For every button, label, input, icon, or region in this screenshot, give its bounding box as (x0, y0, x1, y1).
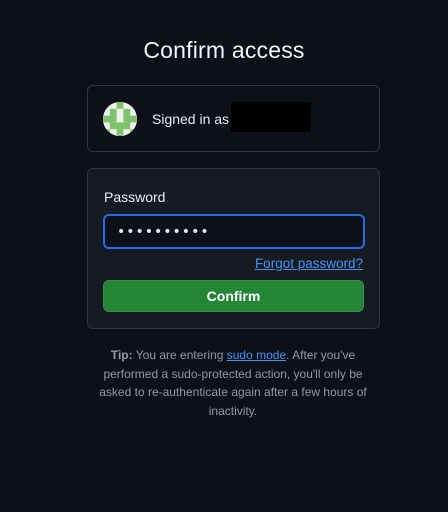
confirm-access-page: Confirm access Signed in as Password For… (0, 0, 448, 512)
sudo-mode-link[interactable]: sudo mode (227, 348, 286, 362)
tip-text-before: You are entering (135, 348, 224, 362)
forgot-password-link[interactable]: Forgot password? (255, 256, 363, 271)
password-form: Password Forgot password? Confirm (87, 168, 380, 329)
redacted-username (231, 102, 311, 132)
page-title: Confirm access (143, 37, 305, 63)
sudo-mode-tip: Tip: You are entering sudo mode. After y… (96, 346, 370, 420)
confirm-button[interactable]: Confirm (103, 280, 364, 312)
avatar (103, 101, 137, 136)
password-label: Password (104, 189, 166, 205)
tip-label: Tip: (110, 348, 133, 362)
password-input[interactable] (103, 214, 365, 249)
signed-in-label: Signed in as (152, 110, 230, 127)
identicon-icon (103, 101, 137, 136)
